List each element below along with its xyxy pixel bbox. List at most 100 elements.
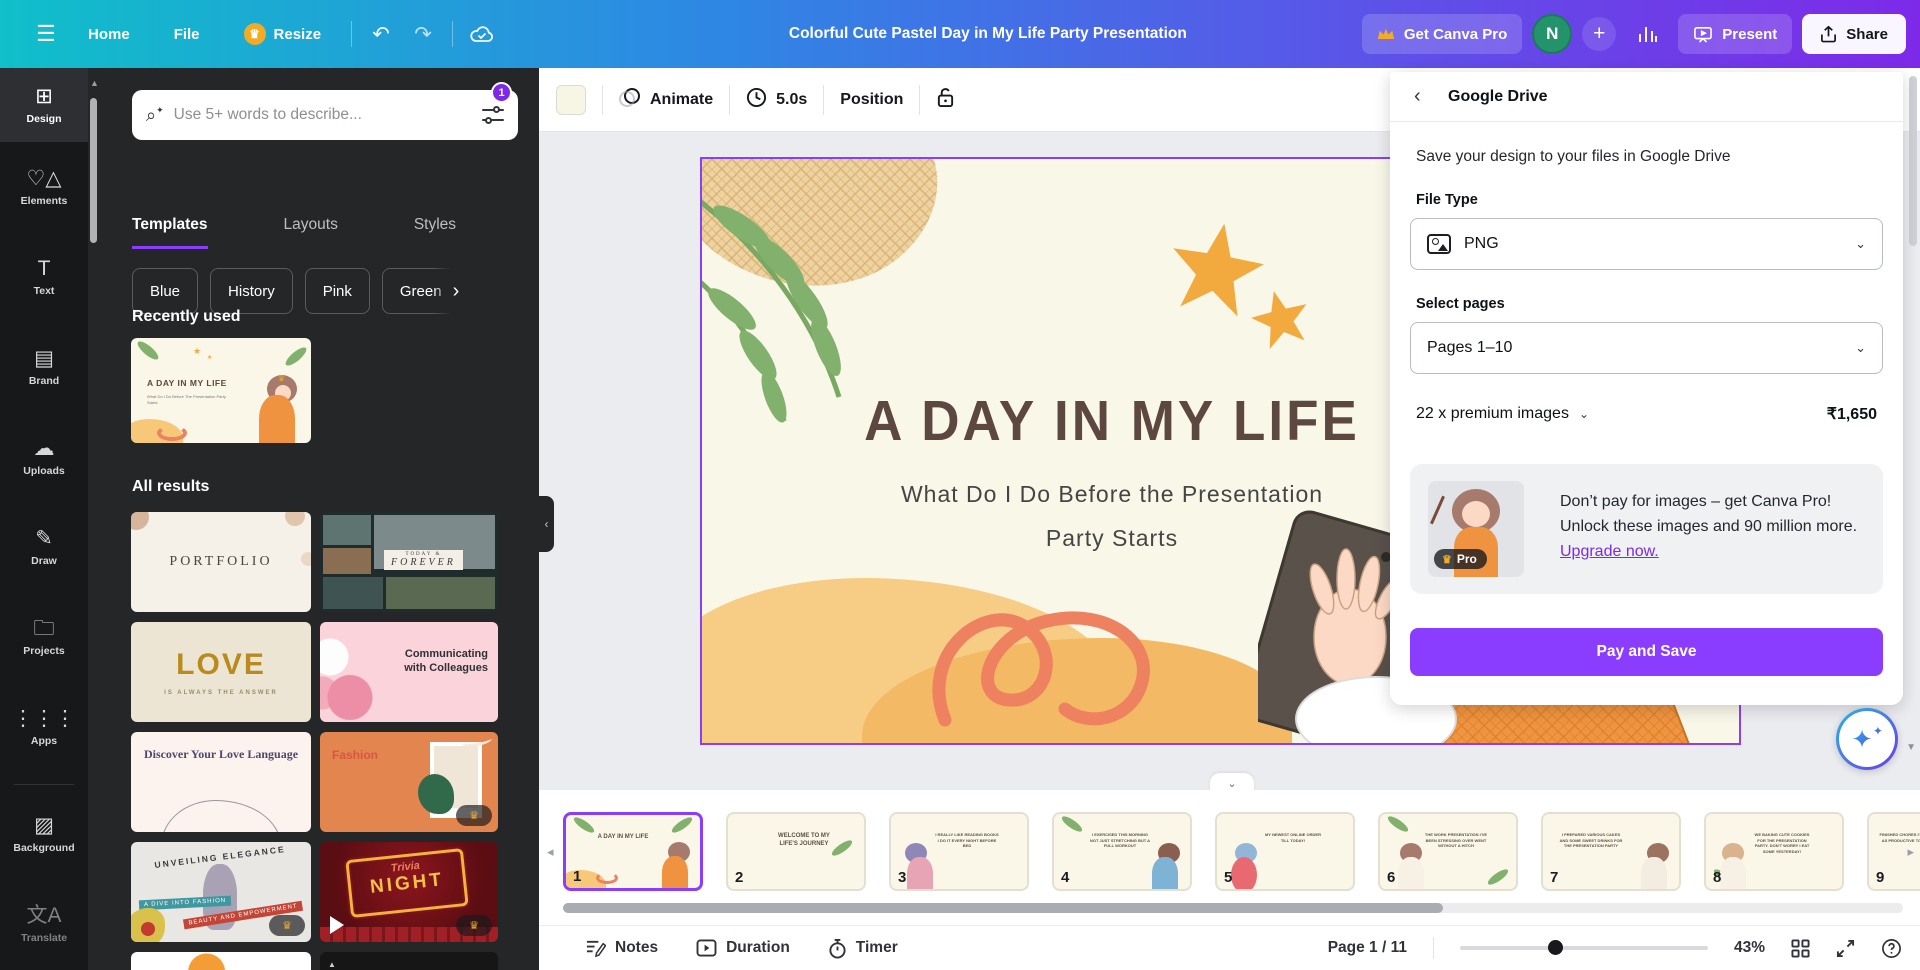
page-thumbnail-3[interactable]: I REALLY LIKE READING BOOKS I DO IT EVER… <box>889 812 1029 891</box>
select-pages-label: Select pages <box>1416 296 1877 312</box>
template-partial-left[interactable] <box>131 952 311 970</box>
insights-icon[interactable] <box>1626 14 1668 54</box>
background-color-swatch[interactable] <box>556 85 586 115</box>
filter-icon[interactable] <box>482 106 504 124</box>
help-icon[interactable] <box>1881 938 1902 959</box>
chips-scroll-right-icon[interactable]: › <box>433 268 479 314</box>
grid-view-icon[interactable] <box>1791 939 1810 958</box>
panel-tabs: Templates Layouts Styles <box>132 216 456 249</box>
menu-resize[interactable]: ♛ Resize <box>222 14 344 54</box>
apps-icon: ⋮⋮⋮ <box>13 708 76 729</box>
crown-icon: ♛ <box>1442 553 1452 566</box>
premium-images-summary[interactable]: 22 x premium images <box>1416 405 1569 423</box>
filmstrip-scroll-right-icon[interactable]: ▸ <box>1907 844 1914 860</box>
slide-title[interactable]: A DAY IN MY LIFE <box>802 389 1422 454</box>
recent-template-thumbnail[interactable]: ★ ★ ♛ A DAY IN MY LIFE What Do I Do Befo… <box>131 338 311 443</box>
duration-button[interactable]: 5.0s <box>746 87 807 113</box>
template-results-grid: PORTFOLIO TODAY & FOREVER LOVE IS ALWAYS… <box>131 512 498 970</box>
chevron-down-icon[interactable]: ⌄ <box>1579 407 1589 421</box>
timer-button[interactable]: Timer <box>828 938 898 959</box>
status-bar: Notes Duration Timer <box>539 925 1920 970</box>
duration-bar-button[interactable]: Duration <box>696 938 790 959</box>
template-love-language[interactable]: Discover Your Love Language <box>131 732 311 832</box>
redo-icon[interactable]: ↷ <box>402 14 444 54</box>
cloud-saved-icon[interactable] <box>461 14 503 54</box>
upgrade-now-link[interactable]: Upgrade now. <box>1560 543 1659 560</box>
chip-pink[interactable]: Pink <box>305 268 370 314</box>
menu-home[interactable]: Home <box>66 14 152 54</box>
page-thumbnail-5[interactable]: MY NEWEST ONLINE ORDER TILL TODAY! 5 <box>1215 812 1355 891</box>
avatar[interactable]: N <box>1532 14 1572 54</box>
canva-assistant-button[interactable]: ✦✦ <box>1836 708 1898 770</box>
animate-button[interactable]: Animate <box>619 87 713 112</box>
page-indicator[interactable]: Page 1 / 11 <box>1328 939 1407 957</box>
slide-subtitle-line1[interactable]: What Do I Do Before the Presentation <box>802 481 1422 508</box>
page-thumbnail-7[interactable]: I PREPARED VARIOUS CAKES AND SOME SWEET … <box>1541 812 1681 891</box>
premium-price: ₹1,650 <box>1827 404 1877 424</box>
page-thumbnail-1[interactable]: A DAY IN MY LIFE 1 <box>563 812 703 891</box>
template-trivia-night[interactable]: Trivia NIGHT ♛ <box>320 842 498 942</box>
divider <box>602 85 603 115</box>
sidebar-item-elements[interactable]: ♡△ Elements <box>0 142 88 232</box>
template-portfolio[interactable]: PORTFOLIO <box>131 512 311 612</box>
template-partial-right[interactable]: ▲ <box>320 952 498 970</box>
undo-icon[interactable]: ↶ <box>360 14 402 54</box>
notes-button[interactable]: Notes <box>585 938 658 959</box>
canva-editor: ☰ Home File ♛ Resize ↶ ↷ Colorful Cute P… <box>0 0 1920 970</box>
template-love[interactable]: LOVE IS ALWAYS THE ANSWER <box>131 622 311 722</box>
export-panel-title: Google Drive <box>1448 88 1548 106</box>
fullscreen-icon[interactable] <box>1836 939 1855 958</box>
sidebar-item-projects[interactable]: 🗀 Projects <box>0 592 88 682</box>
design-title[interactable]: Colorful Cute Pastel Day in My Life Part… <box>789 0 1187 68</box>
slide-subtitle-line2[interactable]: Party Starts <box>802 525 1422 552</box>
filter-badge: 1 <box>491 82 512 103</box>
zoom-value[interactable]: 43% <box>1734 939 1765 957</box>
page-thumbnail-6[interactable]: THE WORK PRESENTATION I'VE BEEN STRESSIN… <box>1378 812 1518 891</box>
back-icon[interactable]: ‹ <box>1414 85 1440 108</box>
share-button[interactable]: Share <box>1802 14 1906 54</box>
zoom-slider-knob[interactable] <box>1548 940 1563 955</box>
filmstrip-scroll-left-icon[interactable]: ◂ <box>547 844 554 860</box>
all-results-heading: All results <box>132 478 209 496</box>
sidebar-item-translate[interactable]: 文A Translate <box>0 879 88 969</box>
sidebar-item-draw[interactable]: ✎ Draw <box>0 502 88 592</box>
panel-scrollbar[interactable] <box>90 98 97 243</box>
present-icon <box>1693 26 1713 43</box>
sidebar-item-brand[interactable]: ▤ Brand <box>0 322 88 412</box>
page-thumbnail-2[interactable]: WELCOME TO MY LIFE'S JOURNEY 2 <box>726 812 866 891</box>
template-communicating[interactable]: Communicating with Colleagues <box>320 622 498 722</box>
select-pages-select[interactable]: Pages 1–10 ⌄ <box>1410 322 1883 374</box>
window-scrollbar[interactable] <box>1909 76 1917 246</box>
sidebar-item-apps[interactable]: ⋮⋮⋮ Apps <box>0 682 88 772</box>
template-fashion[interactable]: Fashion ♛ <box>320 732 498 832</box>
sidebar-item-uploads[interactable]: ☁ Uploads <box>0 412 88 502</box>
page-thumbnail-4[interactable]: I EXERCISED THIS MORNING NOT JUST STRETC… <box>1052 812 1192 891</box>
template-today-forever[interactable]: TODAY & FOREVER <box>320 512 498 612</box>
sidebar-item-background[interactable]: ▨ Background <box>0 789 88 879</box>
filmstrip-scrollbar[interactable] <box>563 903 1903 913</box>
scroll-up-icon[interactable]: ▲ <box>90 78 99 88</box>
menu-file[interactable]: File <box>152 14 222 54</box>
divider <box>14 784 74 785</box>
tab-layouts[interactable]: Layouts <box>284 216 338 249</box>
tab-styles[interactable]: Styles <box>414 216 456 249</box>
sidebar-item-design[interactable]: ⊞ Design <box>0 68 88 142</box>
hamburger-menu-icon[interactable]: ☰ <box>26 14 66 54</box>
present-button[interactable]: Present <box>1678 14 1792 54</box>
search-input[interactable] <box>174 106 482 124</box>
lock-button[interactable] <box>936 87 955 113</box>
file-type-select[interactable]: PNG ⌄ <box>1410 218 1883 270</box>
get-canva-pro-button[interactable]: Get Canva Pro <box>1362 14 1522 54</box>
scroll-down-icon[interactable]: ▼ <box>1906 742 1916 753</box>
projects-icon: 🗀 <box>34 618 55 639</box>
sidebar-item-text[interactable]: T Text <box>0 232 88 322</box>
template-unveiling-elegance[interactable]: UNVEILING ELEGANCE A DIVE INTO FASHION B… <box>131 842 311 942</box>
zoom-slider[interactable] <box>1460 946 1708 950</box>
position-button[interactable]: Position <box>840 91 903 109</box>
panel-collapse-handle[interactable]: ‹ <box>539 496 554 552</box>
tab-templates[interactable]: Templates <box>132 216 208 249</box>
add-member-button[interactable]: + <box>1582 17 1616 51</box>
page-thumbnail-8[interactable]: WE BAKING CUTE COOKIES FOR THE PRESENTAT… <box>1704 812 1844 891</box>
crown-icon <box>1377 27 1395 41</box>
pay-and-save-button[interactable]: Pay and Save <box>1410 628 1883 676</box>
